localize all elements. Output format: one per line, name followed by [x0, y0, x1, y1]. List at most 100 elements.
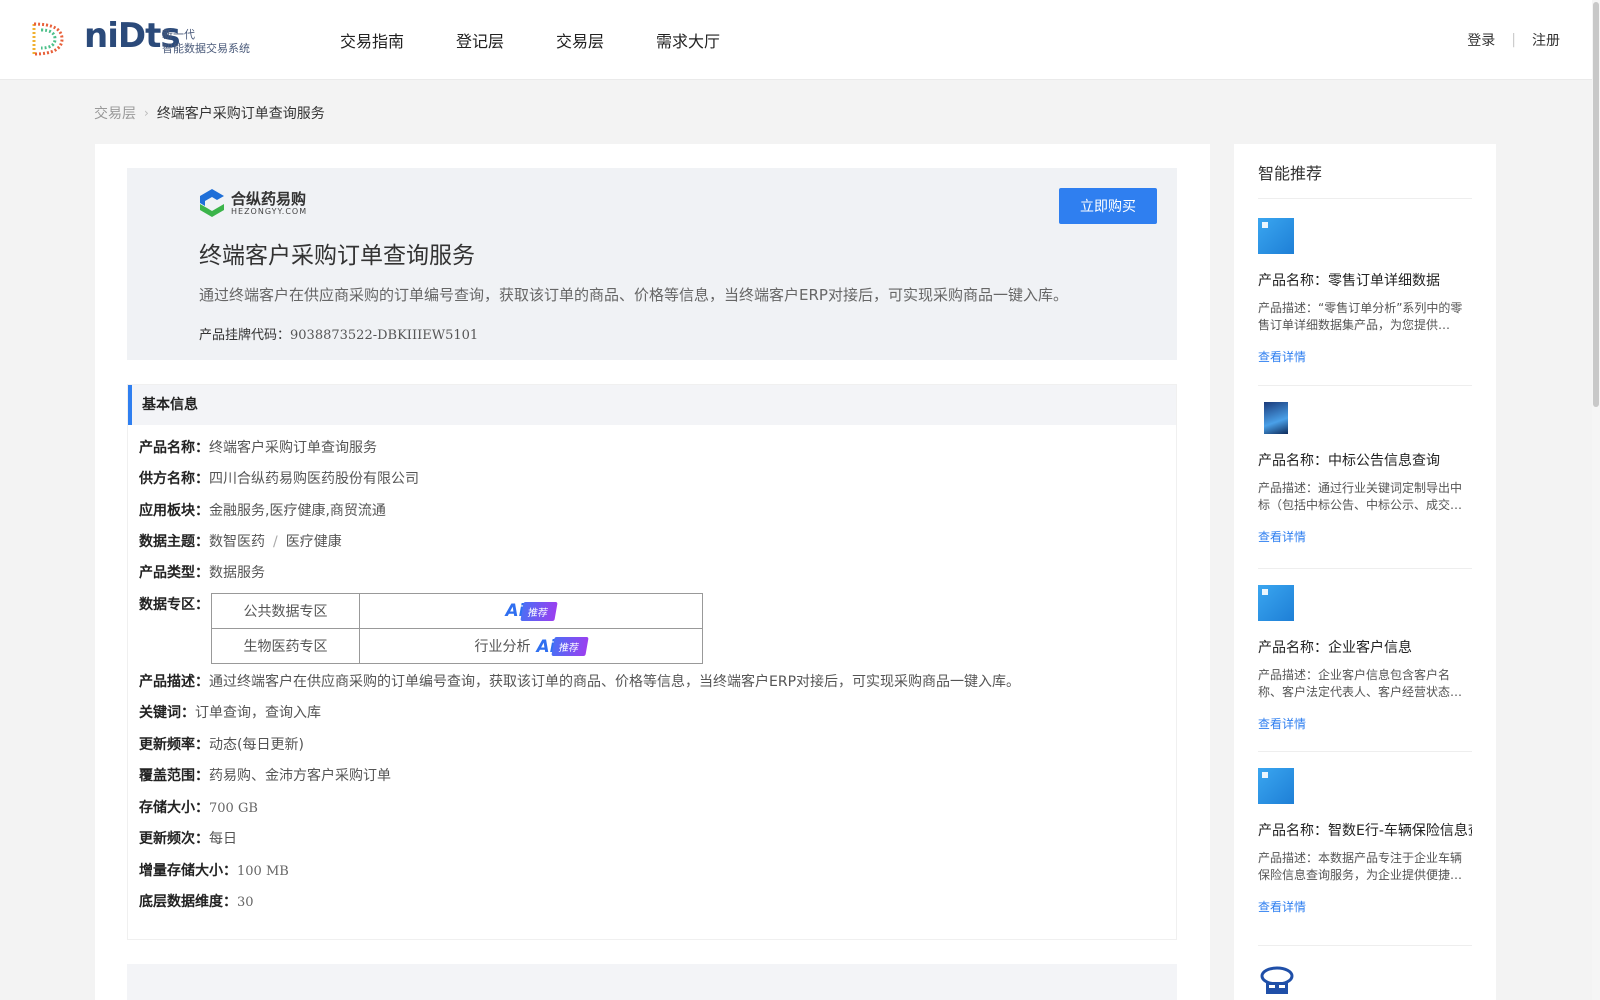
card-divider	[1258, 945, 1472, 946]
field-theme: 数据主题：数智医药 / 医疗健康	[139, 531, 342, 551]
field-label: 增量存储大小：	[139, 863, 237, 879]
field-value: 四川合纵药易购医药股份有限公司	[209, 471, 419, 487]
field-label: 应用板块：	[139, 503, 209, 519]
logo-sub-line2: 智能数据交易系统	[162, 42, 250, 55]
supplier-brand-domain: HEZONGYY.COM	[231, 206, 308, 216]
table-row: 公共数据专区 Ai 推荐	[211, 593, 703, 629]
field-label: 底层数据维度：	[139, 894, 237, 910]
listing-code: 产品挂牌代码：9038873522-DBKIIIEW5101	[199, 324, 478, 343]
field-label: 产品描述：	[139, 674, 209, 690]
field-zone: 数据专区：	[139, 594, 209, 614]
view-details-link[interactable]: 查看详情	[1258, 348, 1472, 365]
field-value: 订单查询，查询入库	[195, 705, 321, 721]
basic-info-heading: 基本信息	[128, 385, 1176, 425]
field-label: 供方名称：	[139, 471, 209, 487]
field-label: 产品名称：	[139, 440, 209, 456]
nav-register-layer[interactable]: 登记层	[456, 28, 504, 52]
product-main-panel: 合纵药易购 HEZONGYY.COM 终端客户采购订单查询服务 通过终端客户在供…	[95, 144, 1210, 1000]
recommend-tag: 推荐	[551, 637, 590, 656]
recommend-tag: 推荐	[520, 601, 559, 621]
zone-tag-text: 行业分析	[474, 638, 531, 655]
supplier-brand: 合纵药易购 HEZONGYY.COM	[199, 188, 307, 218]
nav-trade-layer[interactable]: 交易层	[556, 28, 604, 52]
field-coverage: 覆盖范围：药易购、金沛方客户采购订单	[139, 765, 391, 785]
scrollbar-thumb[interactable]	[1593, 2, 1599, 407]
product-thumbnail[interactable]	[1258, 768, 1294, 804]
field-label: 存储大小：	[139, 800, 209, 816]
field-value: 30	[237, 895, 254, 910]
recommend-desc: 产品描述：通过行业关键词定制导出中标（包括中标公告、中标公示、成交…	[1258, 481, 1463, 512]
next-section-heading	[127, 964, 1177, 1000]
card-divider	[1258, 385, 1472, 386]
recommend-card[interactable]: 产品名称：智数E行-车辆保险信息查询 产品描述：本数据产品专注于企业车辆保险信息…	[1258, 768, 1472, 915]
recommend-sidebar: 智能推荐 产品名称：零售订单详细数据 产品描述：“零售订单分析”系列中的零售订单…	[1234, 144, 1496, 1000]
sidebar-title: 智能推荐	[1258, 164, 1323, 183]
product-hero: 合纵药易购 HEZONGYY.COM 终端客户采购订单查询服务 通过终端客户在供…	[127, 168, 1177, 360]
field-label: 产品类型：	[139, 565, 209, 581]
field-product-name: 产品名称：终端客户采购订单查询服务	[139, 437, 377, 457]
listing-code-label: 产品挂牌代码：	[199, 328, 291, 343]
field-dimensions: 底层数据维度：30	[139, 891, 254, 911]
field-label: 关键词：	[139, 705, 195, 721]
field-label: 数据主题：	[139, 534, 209, 550]
view-details-link[interactable]: 查看详情	[1258, 898, 1472, 915]
field-label: 覆盖范围：	[139, 768, 209, 784]
view-details-link[interactable]: 查看详情	[1258, 715, 1472, 732]
product-thumbnail[interactable]	[1258, 585, 1294, 621]
field-keywords: 关键词：订单查询，查询入库	[139, 702, 321, 722]
recommend-card[interactable]: 产品名称：零售订单详细数据 产品描述：“零售订单分析”系列中的零售订单详细数据集…	[1258, 218, 1472, 365]
cloud-server-icon[interactable]	[1258, 966, 1296, 996]
zone-name: 生物医药专区	[211, 628, 360, 664]
theme-separator: /	[273, 534, 278, 550]
logo-sub-line1: 新一代	[162, 28, 195, 41]
field-label: 数据专区：	[139, 597, 209, 613]
ai-recommend-badge: Ai 推荐	[537, 637, 590, 657]
card-divider	[1258, 751, 1472, 752]
sidebar-divider	[1258, 198, 1472, 199]
recommend-title[interactable]: 产品名称：企业客户信息	[1258, 637, 1472, 657]
nav-demand-hall[interactable]: 需求大厅	[656, 28, 720, 52]
field-value: 通过终端客户在供应商采购的订单编号查询，获取该订单的商品、价格等信息，当终端客户…	[209, 674, 1021, 690]
recommend-title[interactable]: 产品名称：中标公告信息查询	[1258, 450, 1472, 470]
supplier-logo-icon	[200, 189, 224, 217]
zone-tag-cell: Ai 推荐	[359, 593, 703, 629]
recommend-card[interactable]: 产品名称：中标公告信息查询 产品描述：通过行业关键词定制导出中标（包括中标公告、…	[1258, 402, 1472, 545]
breadcrumb-parent[interactable]: 交易层	[94, 103, 136, 123]
data-zone-table: 公共数据专区 Ai 推荐 生物医药专区 行业分析 Ai 推荐	[211, 593, 703, 664]
product-title: 终端客户采购订单查询服务	[199, 243, 475, 269]
recommend-title[interactable]: 产品名称：零售订单详细数据	[1258, 270, 1472, 290]
field-label: 更新频次：	[139, 831, 209, 847]
field-update-cycle: 更新频次：每日	[139, 828, 237, 848]
recommend-desc: 产品描述：本数据产品专注于企业车辆保险信息查询服务，为企业提供便捷…	[1258, 851, 1463, 882]
listing-code-value: 9038873522-DBKIIIEW5101	[290, 328, 479, 343]
field-storage-size: 存储大小：700 GB	[139, 797, 258, 817]
view-details-link[interactable]: 查看详情	[1258, 528, 1472, 545]
field-label: 更新频率：	[139, 737, 209, 753]
buy-now-button[interactable]: 立即购买	[1059, 188, 1157, 224]
field-sector: 应用板块：金融服务,医疗健康,商贸流通	[139, 500, 386, 520]
recommend-desc: 产品描述：“零售订单分析”系列中的零售订单详细数据集产品，为您提供…	[1258, 301, 1463, 332]
register-link[interactable]: 注册	[1532, 30, 1560, 50]
auth-divider: |	[1511, 32, 1516, 48]
field-value: 数据服务	[209, 565, 265, 581]
field-value: 数智医药	[209, 534, 265, 550]
recommend-card[interactable]: 产品名称：企业客户信息 产品描述：企业客户信息包含客户名称、客户法定代表人、客户…	[1258, 585, 1472, 732]
chevron-right-icon: ›	[144, 106, 149, 120]
field-value: 医疗健康	[285, 534, 342, 550]
breadcrumb: 交易层 › 终端客户采购订单查询服务	[94, 103, 325, 123]
product-summary: 通过终端客户在供应商采购的订单编号查询，获取该订单的商品、价格等信息，当终端客户…	[199, 286, 1068, 304]
nav-trade-guide[interactable]: 交易指南	[340, 28, 404, 52]
basic-info-section: 基本信息 产品名称：终端客户采购订单查询服务 供方名称：四川合纵药易购医药股份有…	[127, 384, 1177, 940]
scrollbar-track[interactable]	[1592, 0, 1600, 1000]
product-thumbnail[interactable]	[1264, 402, 1288, 434]
field-incremental-storage: 增量存储大小：100 MB	[139, 860, 289, 880]
field-value: 金融服务,医疗健康,商贸流通	[209, 503, 386, 519]
field-value: 每日	[209, 831, 237, 847]
login-link[interactable]: 登录	[1467, 30, 1495, 50]
logo-icon[interactable]	[28, 20, 68, 58]
product-thumbnail[interactable]	[1258, 218, 1294, 254]
recommend-title[interactable]: 产品名称：智数E行-车辆保险信息查询	[1258, 820, 1472, 840]
field-type: 产品类型：数据服务	[139, 562, 265, 582]
field-supplier: 供方名称：四川合纵药易购医药股份有限公司	[139, 468, 419, 488]
ai-recommend-badge: Ai 推荐	[506, 601, 559, 621]
